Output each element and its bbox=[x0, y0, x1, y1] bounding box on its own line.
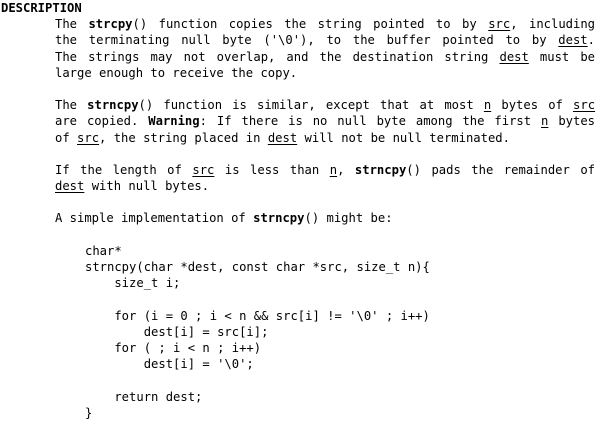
code-line: } bbox=[85, 405, 93, 420]
text: with null bytes. bbox=[91, 179, 210, 194]
man-page: DESCRIPTION The strcpy() function copies… bbox=[1, 0, 599, 421]
code-line: return dest; bbox=[85, 389, 203, 404]
text: : If there is no null byte among the fir… bbox=[199, 114, 532, 129]
text: , bbox=[337, 162, 345, 177]
param-src: src bbox=[192, 162, 215, 177]
text: A simple implementation of bbox=[55, 211, 246, 226]
text: of bbox=[55, 130, 70, 145]
text: () function copies the string pointed to… bbox=[132, 17, 477, 32]
text: must be bbox=[539, 49, 596, 64]
text-line: The strcpy() function copies the string … bbox=[55, 16, 595, 32]
code-line: size_t i; bbox=[85, 276, 181, 291]
text-line: are copied. Warning: If there is no null… bbox=[55, 113, 595, 129]
code-line: char* bbox=[85, 243, 122, 258]
text-line: of src, the string placed in dest will n… bbox=[55, 130, 595, 146]
text-line: A simple implementation of strncpy() mig… bbox=[55, 210, 595, 226]
text-line: the terminating null byte ('\0'), to the… bbox=[55, 32, 595, 48]
text: () might be: bbox=[304, 211, 393, 226]
paragraph-strcpy: The strcpy() function copies the string … bbox=[55, 16, 595, 81]
code-line: for ( ; i < n ; i++) bbox=[85, 340, 262, 355]
text-line: large enough to receive the copy. bbox=[55, 65, 595, 81]
param-n: n bbox=[541, 114, 549, 129]
param-dest: dest bbox=[558, 33, 588, 48]
text: is less than bbox=[224, 162, 320, 177]
param-src: src bbox=[77, 130, 100, 145]
code-line: strncpy(char *dest, const char *src, siz… bbox=[85, 260, 430, 274]
text-line: dest with null bytes. bbox=[55, 178, 595, 194]
text: bytes of bbox=[501, 98, 563, 113]
param-dest: dest bbox=[267, 130, 298, 145]
param-dest: dest bbox=[55, 179, 85, 194]
section-heading: DESCRIPTION bbox=[1, 1, 82, 15]
text: are copied. bbox=[55, 114, 139, 129]
paragraph-implementation: A simple implementation of strncpy() mig… bbox=[55, 210, 595, 226]
param-src: src bbox=[573, 98, 596, 113]
text-line: The strncpy() function is similar, excep… bbox=[55, 97, 595, 113]
text: () function is similar, except that at m… bbox=[138, 98, 474, 113]
warning-label: Warning bbox=[148, 114, 200, 129]
paragraph-padding: If the length of src is less than n, str… bbox=[55, 162, 595, 194]
text: the terminating null byte ('\0'), to the… bbox=[55, 33, 547, 48]
function-name: strncpy bbox=[253, 211, 305, 226]
code-example: char* strncpy(char *dest, const char *sr… bbox=[85, 243, 599, 421]
code-line: dest[i] = '\0'; bbox=[85, 357, 254, 372]
text-line: The strings may not overlap, and the des… bbox=[55, 49, 595, 65]
text: , including bbox=[510, 17, 596, 32]
text-line: If the length of src is less than n, str… bbox=[55, 162, 595, 178]
code-line: for (i = 0 ; i < n && src[i] != '\0' ; i… bbox=[85, 308, 430, 323]
text: The bbox=[55, 17, 78, 32]
text: If the length of bbox=[55, 162, 182, 177]
param-n: n bbox=[329, 162, 338, 177]
code-line: dest[i] = src[i]; bbox=[85, 324, 269, 339]
param-src: src bbox=[488, 17, 511, 32]
text: will not be null terminated. bbox=[304, 130, 510, 145]
param-dest: dest bbox=[499, 49, 529, 64]
paragraph-strncpy: The strncpy() function is similar, excep… bbox=[55, 97, 595, 146]
text: , the string placed in bbox=[99, 130, 261, 145]
text: () pads the remainder of bbox=[406, 162, 596, 177]
param-n: n bbox=[483, 98, 492, 113]
text: large enough to receive the copy. bbox=[55, 65, 298, 80]
function-name: strncpy bbox=[87, 98, 139, 113]
text: The bbox=[55, 98, 78, 113]
text: bytes bbox=[558, 114, 596, 129]
text: The strings may not overlap, and the des… bbox=[55, 49, 489, 64]
function-name: strcpy bbox=[88, 17, 133, 32]
function-name: strncpy bbox=[354, 162, 407, 177]
text: . bbox=[587, 33, 595, 48]
